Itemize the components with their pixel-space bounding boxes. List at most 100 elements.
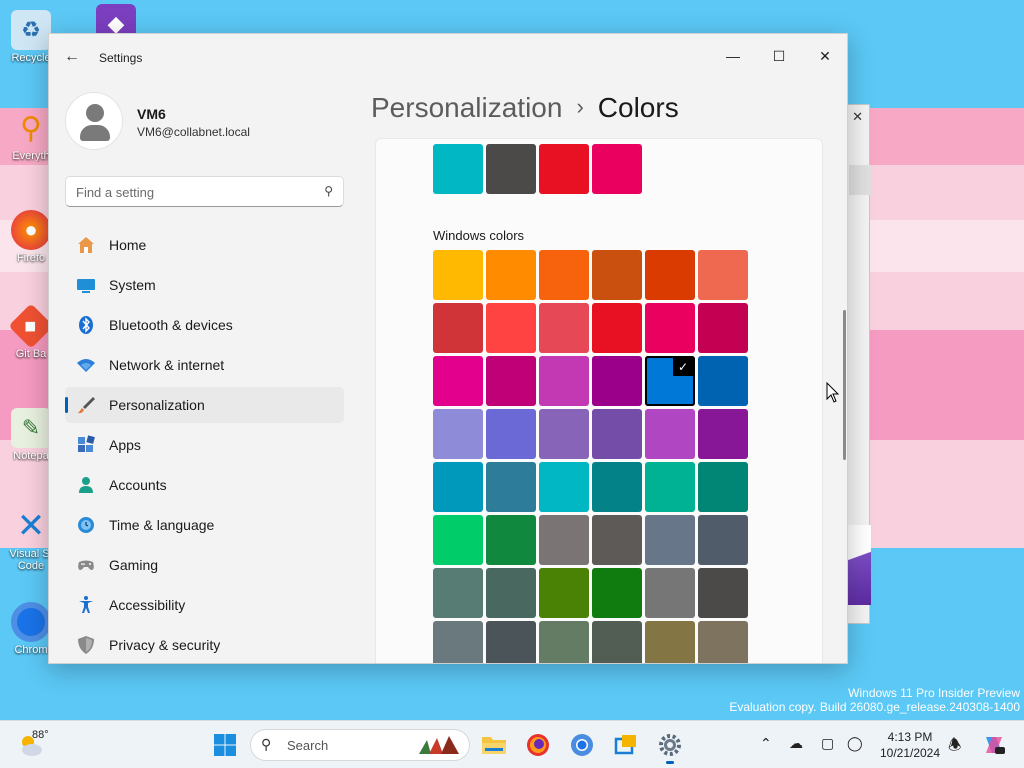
color-swatch[interactable] — [698, 250, 748, 300]
sidebar-item-home[interactable]: Home — [65, 227, 344, 263]
taskbar-clock[interactable]: 4:13 PM 10/21/2024 — [870, 729, 950, 761]
color-swatch[interactable] — [433, 409, 483, 459]
sidebar-item-apps[interactable]: Apps — [65, 427, 344, 463]
color-swatch[interactable] — [539, 621, 589, 663]
color-swatch[interactable] — [592, 250, 642, 300]
color-swatch[interactable] — [645, 409, 695, 459]
find-setting-search[interactable]: ⚲ — [65, 176, 344, 207]
remote-desktop-button[interactable] — [610, 729, 642, 761]
color-swatch[interactable] — [592, 356, 642, 406]
color-swatch[interactable]: ✓ — [645, 356, 695, 406]
sidebar-item-privacy[interactable]: Privacy & security — [65, 627, 344, 663]
color-swatch[interactable] — [645, 621, 695, 663]
color-swatch[interactable] — [433, 568, 483, 618]
color-swatch[interactable] — [433, 515, 483, 565]
breadcrumb-parent[interactable]: Personalization — [371, 92, 562, 123]
color-swatch[interactable] — [486, 462, 536, 512]
search-input[interactable] — [76, 183, 306, 201]
color-swatch[interactable] — [539, 303, 589, 353]
color-swatch[interactable] — [539, 462, 589, 512]
color-swatch[interactable] — [539, 250, 589, 300]
start-button[interactable] — [209, 729, 241, 761]
file-explorer-button[interactable] — [478, 729, 510, 761]
sidebar-item-label: System — [109, 277, 156, 293]
accent-color-card: Windows colors ✓ — [375, 138, 823, 663]
close-icon[interactable]: ✕ — [852, 109, 863, 125]
color-swatch[interactable] — [539, 409, 589, 459]
brush-icon — [75, 394, 97, 416]
color-swatch[interactable] — [592, 303, 642, 353]
color-swatch[interactable] — [539, 568, 589, 618]
color-swatch[interactable] — [486, 568, 536, 618]
sidebar-nav: Home System Bluetooth & devices Network … — [65, 227, 344, 663]
color-swatch[interactable] — [698, 568, 748, 618]
firefox-button[interactable] — [522, 729, 554, 761]
color-swatch[interactable] — [592, 515, 642, 565]
color-swatch[interactable] — [698, 515, 748, 565]
color-swatch[interactable] — [645, 515, 695, 565]
color-swatch[interactable] — [433, 462, 483, 512]
display-icon[interactable]: ▢ — [821, 735, 834, 752]
color-swatch[interactable] — [486, 409, 536, 459]
sidebar-item-accessibility[interactable]: Accessibility — [65, 587, 344, 623]
color-swatch[interactable] — [486, 621, 536, 663]
color-swatch[interactable] — [645, 250, 695, 300]
chrome-button[interactable] — [566, 729, 598, 761]
copilot-button[interactable] — [978, 729, 1010, 761]
gear-icon — [659, 734, 681, 756]
color-swatch[interactable] — [486, 356, 536, 406]
evaluation-watermark: Windows 11 Pro Insider Preview Evaluatio… — [729, 686, 1020, 714]
color-swatch[interactable] — [698, 356, 748, 406]
maximize-button[interactable]: ☐ — [757, 42, 801, 70]
color-swatch[interactable] — [433, 303, 483, 353]
color-swatch[interactable] — [539, 515, 589, 565]
color-swatch[interactable] — [645, 568, 695, 618]
color-swatch[interactable] — [698, 303, 748, 353]
recent-color-swatch[interactable] — [433, 144, 483, 194]
sidebar-item-personalization[interactable]: Personalization — [65, 387, 344, 423]
windows-colors-grid: ✓ — [433, 250, 751, 663]
color-swatch[interactable] — [645, 462, 695, 512]
minimize-button[interactable]: — — [711, 42, 755, 70]
sidebar-item-system[interactable]: System — [65, 267, 344, 303]
color-swatch[interactable] — [645, 303, 695, 353]
color-swatch[interactable] — [698, 409, 748, 459]
color-swatch[interactable] — [592, 409, 642, 459]
color-swatch[interactable] — [698, 462, 748, 512]
sidebar-item-label: Apps — [109, 437, 141, 453]
color-swatch[interactable] — [592, 621, 642, 663]
color-swatch[interactable] — [486, 515, 536, 565]
color-swatch[interactable] — [433, 250, 483, 300]
chevron-up-icon[interactable]: ⌃ — [760, 735, 772, 752]
color-swatch[interactable] — [433, 356, 483, 406]
recent-color-swatch[interactable] — [486, 144, 536, 194]
color-swatch[interactable] — [486, 250, 536, 300]
color-swatch[interactable] — [539, 356, 589, 406]
firefox-icon: ● — [11, 210, 51, 250]
sidebar-item-gaming[interactable]: Gaming — [65, 547, 344, 583]
sidebar-item-network[interactable]: Network & internet — [65, 347, 344, 383]
close-button[interactable]: ✕ — [803, 42, 847, 70]
color-swatch[interactable] — [433, 621, 483, 663]
volume-muted-icon[interactable]: ◯ — [847, 735, 863, 752]
color-swatch[interactable] — [592, 462, 642, 512]
cloud-sync-icon[interactable]: ☁ — [789, 735, 803, 752]
sidebar-item-bluetooth[interactable]: Bluetooth & devices — [65, 307, 344, 343]
taskbar-search[interactable]: ⚲ Search — [250, 729, 470, 761]
title-bar[interactable]: ← Settings — ☐ ✕ — [49, 34, 847, 82]
avatar — [65, 92, 123, 150]
color-swatch[interactable] — [698, 621, 748, 663]
scrollbar[interactable] — [843, 310, 846, 460]
notification-bell-icon[interactable]: 🕭 — [948, 735, 961, 760]
recent-color-swatch[interactable] — [592, 144, 642, 194]
settings-button[interactable] — [654, 729, 686, 764]
recent-color-swatch[interactable] — [539, 144, 589, 194]
back-button[interactable]: ← — [61, 48, 83, 68]
color-swatch[interactable] — [486, 303, 536, 353]
sidebar-item-time-language[interactable]: Time & language — [65, 507, 344, 543]
search-icon[interactable]: ⚲ — [324, 184, 333, 198]
page-title: Colors — [597, 92, 679, 123]
sidebar-item-accounts[interactable]: Accounts — [65, 467, 344, 503]
color-swatch[interactable] — [592, 568, 642, 618]
clock-date: 10/21/2024 — [879, 746, 941, 760]
